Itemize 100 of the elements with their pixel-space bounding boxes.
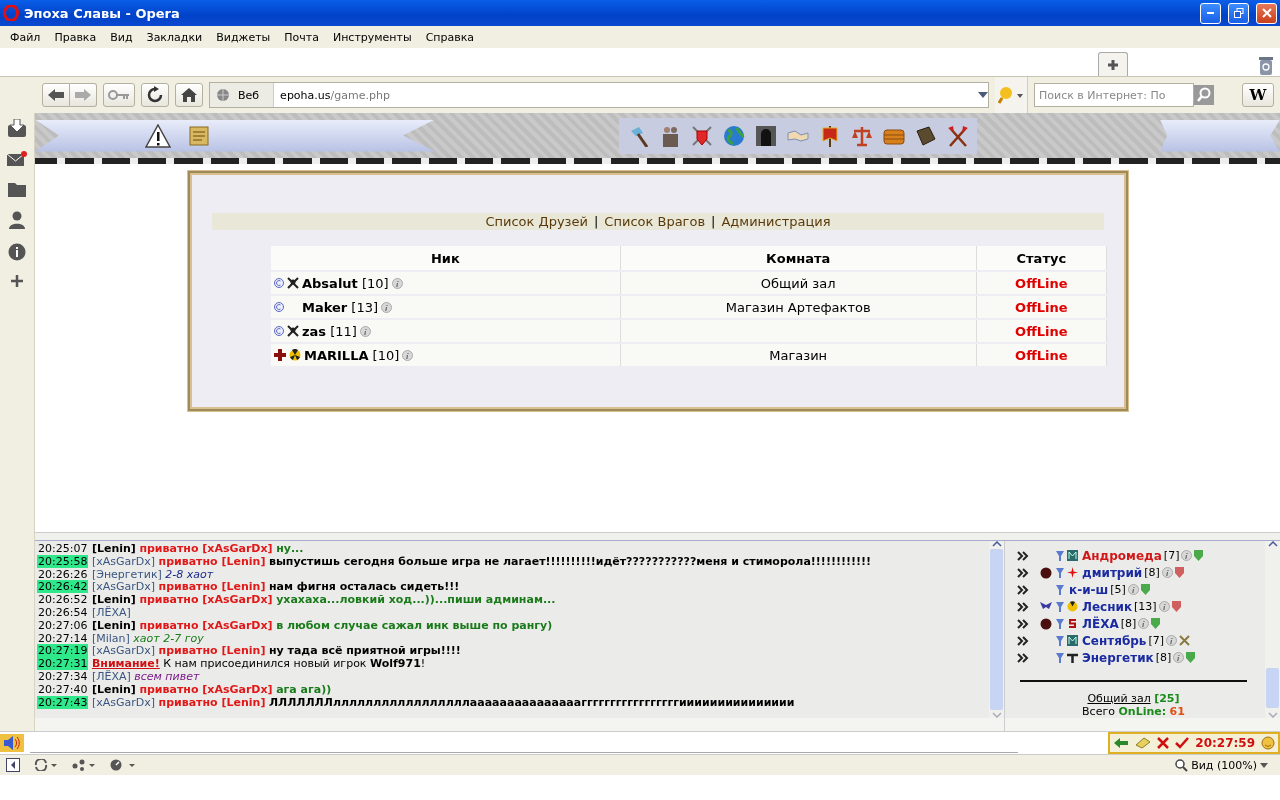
player-name[interactable]: дмитрий bbox=[1082, 565, 1143, 580]
player-name[interactable]: Андромеда bbox=[1082, 548, 1162, 563]
sender-name[interactable]: [Lenin] bbox=[91, 682, 136, 696]
message-text: нам фигня осталась сидеть!!! bbox=[268, 580, 460, 594]
nav-link[interactable]: Список Друзей bbox=[485, 214, 588, 229]
person-icon[interactable] bbox=[8, 211, 26, 229]
gate-icon[interactable] bbox=[754, 124, 777, 147]
menu-item[interactable]: Вид bbox=[103, 30, 140, 44]
wikipedia-button[interactable]: W bbox=[1242, 83, 1274, 107]
column-header: Ник bbox=[271, 246, 621, 270]
close-button[interactable] bbox=[1256, 2, 1277, 24]
player-name[interactable]: ЛЁХА bbox=[1082, 616, 1119, 631]
nav-link[interactable]: Администрация bbox=[721, 214, 831, 229]
cross-mark-icon[interactable] bbox=[1157, 737, 1170, 749]
sender-name[interactable]: [ЛЁХА] bbox=[91, 606, 131, 619]
player-name[interactable]: Энергетик bbox=[1082, 650, 1154, 665]
menu-item[interactable]: Инструменты bbox=[325, 30, 419, 44]
menu-item[interactable]: Справка bbox=[418, 30, 482, 44]
double-chevron-icon[interactable] bbox=[1017, 584, 1031, 595]
horizontal-scrollbar[interactable] bbox=[35, 718, 1004, 731]
speed-dial-icon[interactable] bbox=[110, 759, 136, 771]
eraser-icon[interactable] bbox=[1135, 737, 1152, 749]
double-chevron-icon[interactable] bbox=[1017, 601, 1031, 612]
player-name[interactable]: Сентябрь bbox=[1082, 633, 1147, 648]
sender-name[interactable]: [xAsGarDx] bbox=[91, 554, 156, 568]
sender-name[interactable]: [ЛЁХА] bbox=[91, 669, 131, 683]
room-summary: Общий зал [25] bbox=[1086, 692, 1181, 705]
download-icon[interactable] bbox=[8, 119, 26, 137]
scrollbar[interactable] bbox=[989, 541, 1004, 718]
scroll-thumb[interactable] bbox=[1266, 668, 1279, 708]
sender-name[interactable]: [xAsGarDx] bbox=[91, 580, 156, 594]
double-chevron-icon[interactable] bbox=[1017, 550, 1031, 561]
mail-icon[interactable] bbox=[7, 151, 27, 167]
info-icon[interactable] bbox=[8, 243, 26, 261]
globe-icon[interactable] bbox=[722, 124, 745, 147]
speaker-icon[interactable] bbox=[3, 736, 21, 750]
info-icon bbox=[391, 277, 403, 289]
network-icon[interactable] bbox=[72, 759, 96, 771]
crossed-axes-icon[interactable] bbox=[946, 124, 969, 147]
sender-name[interactable]: [Lenin] bbox=[91, 542, 136, 555]
double-chevron-icon[interactable] bbox=[1017, 635, 1031, 646]
message-text: в любом случае сажал инк выше по рангу) bbox=[276, 618, 553, 632]
trash-icon[interactable] bbox=[1258, 56, 1274, 76]
shield-swords-icon[interactable] bbox=[690, 124, 713, 147]
minimize-button[interactable] bbox=[1200, 2, 1221, 24]
smiley-icon[interactable] bbox=[1261, 736, 1275, 750]
timestamp: 20:27:14 bbox=[37, 631, 89, 645]
crossed-swords-icon bbox=[1179, 635, 1191, 646]
book-icon[interactable] bbox=[914, 124, 937, 147]
search-field[interactable]: Поиск в Интернет: По bbox=[1034, 83, 1194, 107]
scrollbar[interactable] bbox=[1265, 541, 1280, 718]
m-square-icon bbox=[1067, 635, 1078, 646]
sender-name[interactable]: [Энергетик] bbox=[91, 567, 162, 581]
online-total: Всего OnLine: 61 bbox=[1081, 705, 1186, 718]
menu-item[interactable]: Закладки bbox=[139, 30, 210, 44]
forward-arrow-icon bbox=[74, 88, 92, 102]
zoom-level[interactable]: Вид (100%) bbox=[1191, 758, 1257, 772]
check-icon[interactable] bbox=[1175, 737, 1190, 749]
scroll-up-icon bbox=[1267, 541, 1278, 547]
restore-button[interactable] bbox=[1228, 2, 1249, 24]
figure-icon bbox=[287, 277, 299, 289]
dropdown-arrow-icon[interactable] bbox=[1260, 762, 1268, 768]
sender-name[interactable]: [Lenin] bbox=[91, 618, 136, 632]
sender-name[interactable]: [Milan] bbox=[91, 631, 130, 645]
menu-item[interactable]: Виджеты bbox=[209, 30, 278, 44]
warning-icon[interactable] bbox=[145, 123, 171, 148]
double-chevron-icon[interactable] bbox=[1017, 652, 1031, 663]
private-label: приватно [Lenin] bbox=[158, 695, 266, 709]
search-icon[interactable] bbox=[1194, 85, 1214, 105]
menu-item[interactable]: Правка bbox=[47, 30, 104, 44]
column-header: Статус bbox=[976, 246, 1107, 270]
panel-toggle-icon[interactable] bbox=[6, 758, 20, 772]
back-button[interactable] bbox=[42, 83, 70, 107]
private-label: приватно [Lenin] bbox=[158, 554, 266, 568]
player-name[interactable]: Лесник bbox=[1082, 599, 1133, 614]
player-name[interactable]: к-и-ш bbox=[1069, 582, 1109, 597]
scales-icon[interactable] bbox=[850, 124, 873, 147]
new-tab-button[interactable] bbox=[1098, 52, 1128, 76]
address-field[interactable]: epoha.us/game.php bbox=[274, 88, 978, 102]
menu-item[interactable]: Почта bbox=[277, 30, 326, 44]
menu-item[interactable]: Файл bbox=[3, 30, 48, 44]
scroll-thumb[interactable] bbox=[990, 549, 1003, 710]
folder-icon[interactable] bbox=[8, 181, 26, 197]
plus-icon[interactable] bbox=[11, 275, 23, 287]
sender-name[interactable]: [Lenin] bbox=[91, 593, 136, 607]
horizontal-scrollbar[interactable] bbox=[1005, 718, 1280, 731]
double-chevron-icon[interactable] bbox=[1017, 567, 1031, 578]
reload-button[interactable] bbox=[141, 83, 169, 107]
nav-link[interactable]: Список Врагов bbox=[604, 214, 706, 229]
double-chevron-icon[interactable] bbox=[1017, 618, 1031, 629]
dropdown-arrow-icon[interactable] bbox=[978, 92, 988, 98]
search-engine-icon[interactable] bbox=[998, 86, 1024, 104]
sender-name[interactable]: [xAsGarDx] bbox=[91, 695, 156, 709]
scroll-icon[interactable] bbox=[187, 124, 211, 147]
sync-icon[interactable] bbox=[34, 759, 58, 771]
back-arrow-icon bbox=[47, 88, 65, 102]
back-arrow-icon[interactable] bbox=[1113, 737, 1130, 749]
key-button[interactable] bbox=[103, 83, 135, 107]
home-button[interactable] bbox=[175, 83, 203, 107]
sender-name[interactable]: [xAsGarDx] bbox=[91, 644, 156, 658]
